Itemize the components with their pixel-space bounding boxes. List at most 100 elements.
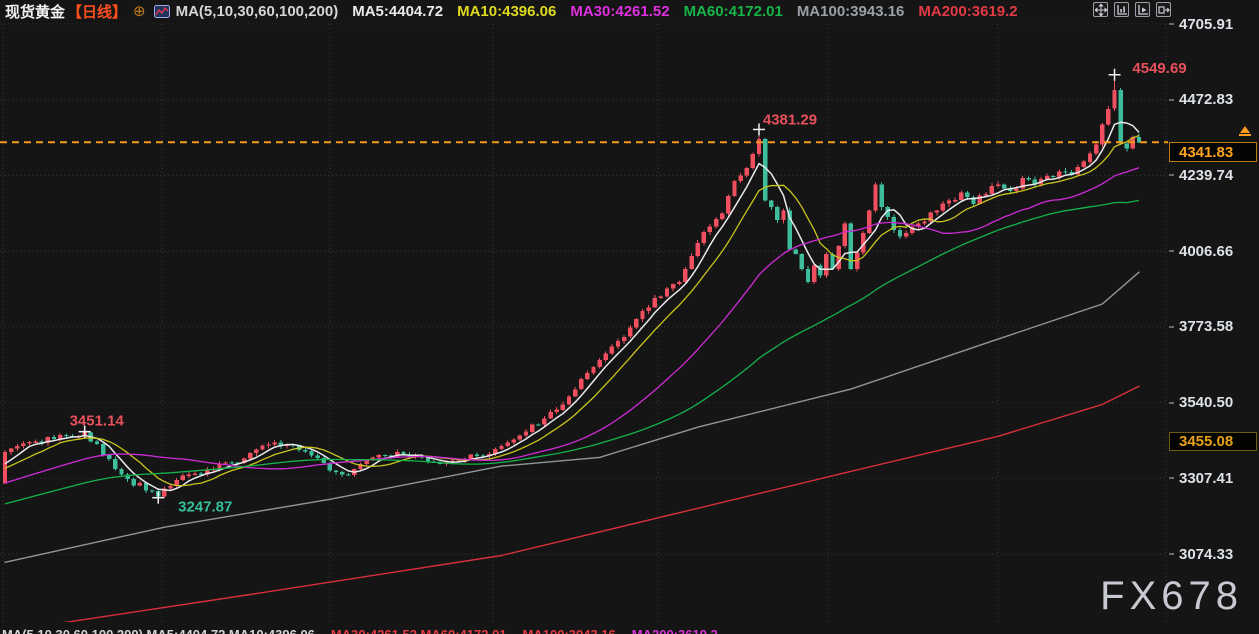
candle-body bbox=[1118, 90, 1123, 144]
candle-body bbox=[952, 200, 958, 202]
price-annotation-label: 3451.14 bbox=[70, 413, 125, 430]
candle-body bbox=[254, 449, 259, 454]
candlestick-chart[interactable]: 3451.14 3247.87 4381.29 4549.69 bbox=[0, 0, 1259, 622]
candle-body bbox=[186, 474, 192, 476]
candle-body bbox=[940, 203, 946, 211]
candle-body bbox=[1014, 188, 1019, 191]
candle-body bbox=[530, 424, 535, 432]
candle-body bbox=[517, 435, 523, 440]
candle-body bbox=[505, 442, 510, 446]
candle-body bbox=[701, 231, 706, 243]
candle-body bbox=[100, 444, 106, 455]
candle-body bbox=[223, 462, 228, 464]
candle-body bbox=[720, 213, 725, 219]
candle-body bbox=[989, 185, 995, 195]
candle-body bbox=[621, 336, 627, 342]
ma-settings-label[interactable]: MA(5,10,30,60,100,200) bbox=[176, 3, 339, 20]
candle-body bbox=[842, 223, 847, 247]
candle-body bbox=[634, 319, 639, 328]
main-chart-icon[interactable] bbox=[1114, 2, 1129, 17]
candle-body bbox=[1100, 124, 1105, 145]
price-annotation-label: 4381.29 bbox=[763, 111, 817, 128]
timeframe-label[interactable]: 【日线】 bbox=[67, 1, 127, 22]
candle-body bbox=[677, 281, 682, 285]
candle-body bbox=[983, 194, 988, 196]
detach-icon[interactable] bbox=[1156, 2, 1171, 17]
y-axis-label: 4006.66 bbox=[1179, 243, 1234, 260]
candle-body bbox=[560, 404, 565, 410]
candle-body bbox=[260, 445, 265, 450]
candle-body bbox=[572, 389, 578, 397]
candle-body bbox=[695, 242, 700, 256]
candle-body bbox=[664, 288, 670, 297]
candle-body bbox=[1051, 176, 1056, 178]
candle-body bbox=[548, 412, 553, 419]
candle-body bbox=[750, 154, 756, 169]
candle-body bbox=[51, 436, 57, 440]
chart-toolbar bbox=[1093, 2, 1171, 17]
candle-body bbox=[33, 441, 38, 443]
candle-body bbox=[149, 490, 155, 492]
candle-body bbox=[566, 396, 572, 405]
candle-body bbox=[934, 210, 939, 213]
candle-body bbox=[726, 196, 731, 214]
ma-value-ma30: MA30:4261.52 bbox=[570, 2, 670, 20]
candle-body bbox=[1106, 108, 1111, 125]
candle-body bbox=[21, 443, 26, 446]
y-axis-tick bbox=[1169, 553, 1174, 555]
candle-body bbox=[805, 268, 811, 282]
candle-body bbox=[64, 435, 69, 437]
candle-body bbox=[603, 353, 608, 360]
clipped-text-segment: MA(5,10,30,60,100,200) MA5:4404.72 MA10:… bbox=[2, 627, 315, 634]
candle-body bbox=[713, 218, 719, 227]
y-axis-tick bbox=[1169, 99, 1174, 101]
candle-body bbox=[646, 307, 651, 312]
candle-body bbox=[995, 184, 1001, 186]
candle-body bbox=[707, 226, 713, 232]
ma-line-ma30 bbox=[4, 167, 1140, 484]
candle-body bbox=[824, 254, 829, 276]
price-annotation-label: 4549.69 bbox=[1132, 60, 1186, 77]
candle-body bbox=[1026, 178, 1031, 180]
add-indicator-icon[interactable]: ⊕ bbox=[133, 2, 146, 20]
price-annotation-label: 3247.87 bbox=[178, 499, 232, 516]
candle-body bbox=[922, 221, 927, 224]
pan-icon[interactable] bbox=[1093, 2, 1108, 17]
candle-body bbox=[812, 265, 817, 282]
ma-line-ma10 bbox=[4, 134, 1140, 487]
y-axis-label: 4239.74 bbox=[1179, 167, 1234, 184]
ma-value-ma200: MA200:3619.2 bbox=[918, 2, 1018, 20]
scroll-to-latest-icon[interactable] bbox=[1239, 126, 1251, 136]
trading-chart-app: 3451.14 3247.87 4381.29 4549.69 现货黄金 【日线】 ⊕… bbox=[0, 0, 1259, 634]
candle-body bbox=[1063, 171, 1068, 173]
candle-body bbox=[474, 454, 480, 456]
ma-value-ma5: MA5:4404.72 bbox=[352, 2, 444, 20]
candle-body bbox=[376, 455, 382, 458]
candles-layer bbox=[2, 74, 1142, 498]
candle-body bbox=[119, 468, 124, 475]
candle-body bbox=[523, 431, 529, 436]
y-axis-tick bbox=[1169, 477, 1174, 479]
sub-chart-icon[interactable] bbox=[1135, 2, 1150, 17]
y-axis-label: 3074.33 bbox=[1179, 546, 1234, 563]
candle-body bbox=[609, 346, 615, 354]
y-axis-tick bbox=[1169, 250, 1174, 252]
ma-indicator-icon[interactable] bbox=[153, 4, 170, 18]
candle-body bbox=[585, 373, 590, 379]
candle-body bbox=[903, 233, 909, 237]
candle-body bbox=[192, 473, 198, 475]
candle-body bbox=[965, 192, 970, 197]
candle-body bbox=[229, 462, 234, 464]
ma-value-ma60: MA60:4172.01 bbox=[683, 2, 783, 20]
candle-body bbox=[511, 439, 516, 443]
candle-body bbox=[8, 448, 14, 453]
candle-body bbox=[738, 175, 743, 182]
candle-body bbox=[309, 450, 314, 456]
candle-body bbox=[946, 200, 952, 204]
candle-body bbox=[554, 409, 559, 412]
y-axis-tick bbox=[1169, 174, 1174, 176]
y-axis-tick bbox=[1169, 23, 1174, 25]
candle-body bbox=[793, 249, 798, 254]
candle-body bbox=[879, 184, 884, 208]
candle-body bbox=[303, 450, 308, 452]
